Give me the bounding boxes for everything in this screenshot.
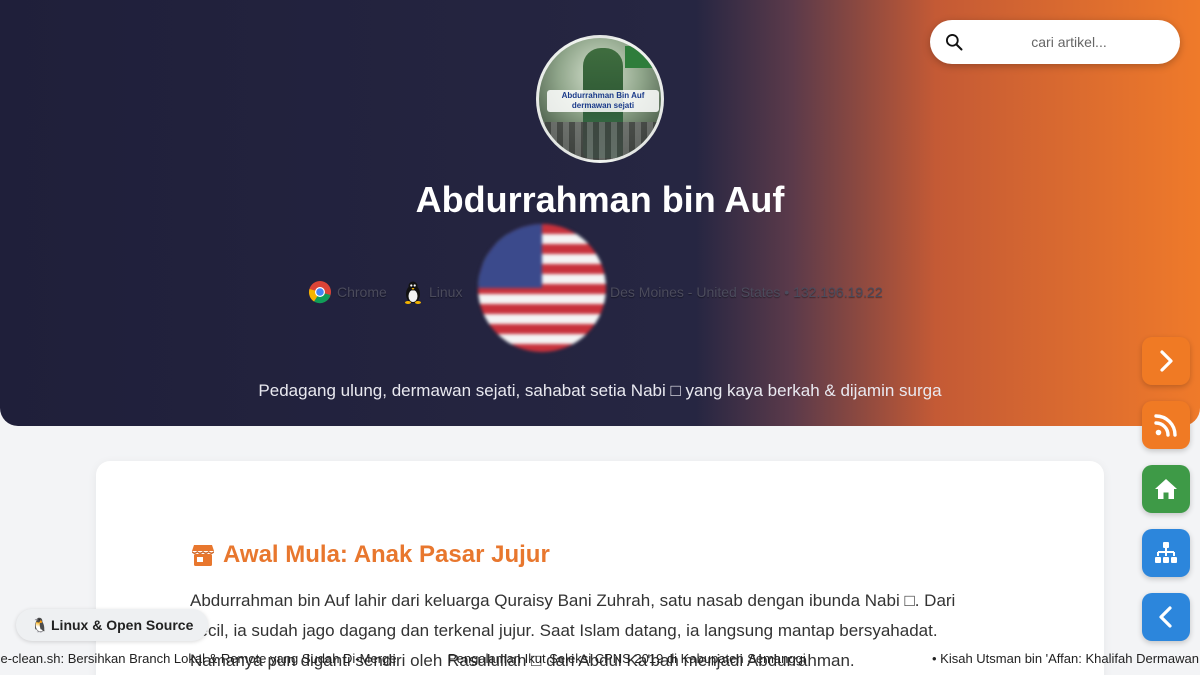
avatar-caption-line2: dermawan sejati <box>571 101 635 110</box>
ticker-item[interactable]: • Kisah Utsman bin 'Affan: Khalifah Derm… <box>932 646 1199 672</box>
country-flag-icon <box>478 224 606 352</box>
home-icon <box>1155 479 1177 499</box>
location-label: Des Moines - United States • 132.196.19.… <box>610 284 883 300</box>
news-ticker: ce-clean.sh: Bersihkan Branch Lokal & Re… <box>0 646 1200 672</box>
store-icon <box>192 545 214 566</box>
flag-canton <box>478 224 542 288</box>
article-card: Awal Mula: Anak Pasar Jujur Abdurrahman … <box>96 461 1104 675</box>
tagline: Pedagang ulung, dermawan sejati, sahabat… <box>258 381 942 400</box>
avatar-crowd <box>539 122 661 160</box>
page-title: Abdurrahman bin Auf <box>415 179 785 220</box>
hero-banner: Abdurrahman Bin Auf dermawan sejati Abdu… <box>0 0 1200 426</box>
ticker-item[interactable]: Pengalaman Ikut Seleksi CPNS 2019 di Kab… <box>448 646 806 672</box>
linux-icon <box>405 281 421 304</box>
chevron-left-icon <box>1159 606 1172 628</box>
penguin-icon: 🐧 <box>31 617 49 633</box>
browser-label: Chrome <box>337 284 387 300</box>
sitemap-icon <box>1155 542 1177 563</box>
search-box[interactable] <box>930 20 1180 64</box>
ticker-item[interactable]: ce-clean.sh: Bersihkan Branch Lokal & Re… <box>0 646 397 672</box>
chrome-icon <box>308 281 331 304</box>
os-label: Linux <box>429 284 463 300</box>
avatar: Abdurrahman Bin Auf dermawan sejati <box>536 35 664 163</box>
avatar-flag <box>625 46 659 68</box>
sitemap-button[interactable] <box>1142 529 1190 577</box>
rss-button[interactable] <box>1142 401 1190 449</box>
topic-pill[interactable]: 🐧 Linux & Open Source <box>16 609 208 641</box>
section-heading: Awal Mula: Anak Pasar Jujur <box>190 539 890 571</box>
previous-button[interactable] <box>1142 593 1190 641</box>
topic-label: Linux & Open Source <box>51 617 194 633</box>
section-heading-text: Awal Mula: Anak Pasar Jujur <box>223 541 550 568</box>
search-input[interactable] <box>974 28 1164 56</box>
avatar-caption-line1: Abdurrahman Bin Auf <box>561 91 645 100</box>
search-icon[interactable] <box>944 32 964 52</box>
chevron-right-icon <box>1160 350 1173 372</box>
home-button[interactable] <box>1142 465 1190 513</box>
avatar-caption: Abdurrahman Bin Auf dermawan sejati <box>547 90 659 112</box>
rss-icon <box>1154 414 1177 437</box>
next-button[interactable] <box>1142 337 1190 385</box>
